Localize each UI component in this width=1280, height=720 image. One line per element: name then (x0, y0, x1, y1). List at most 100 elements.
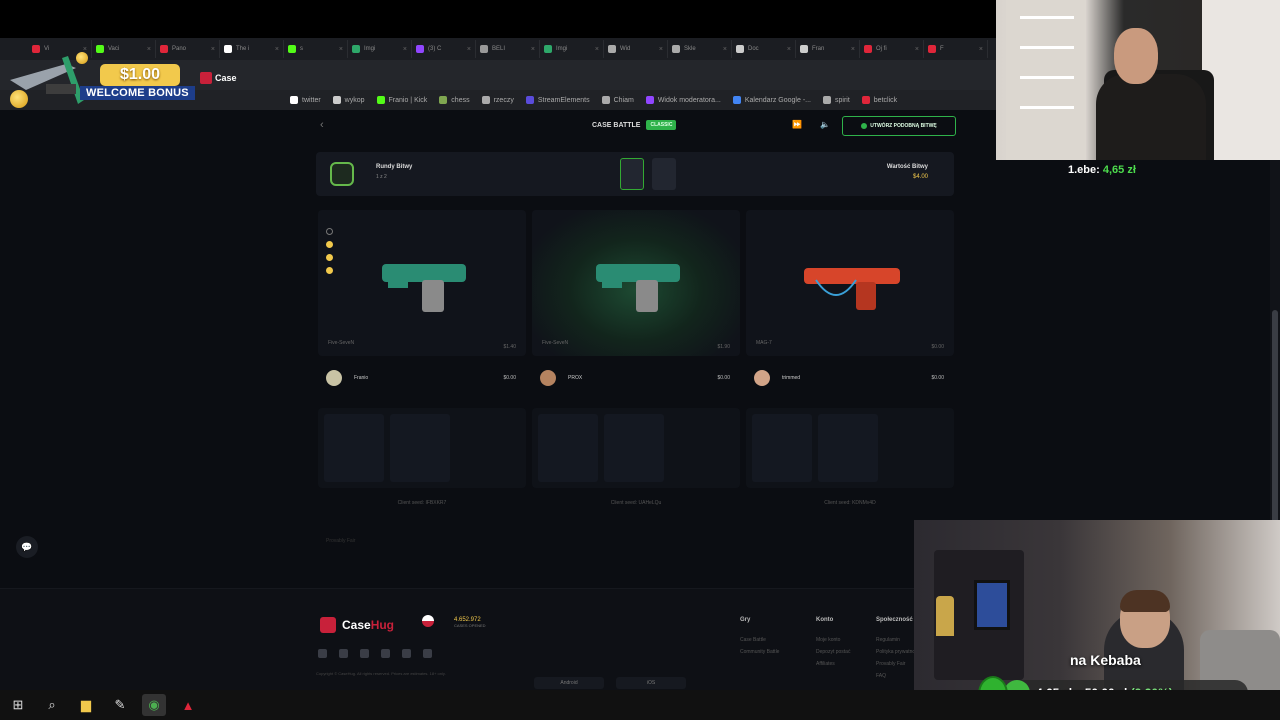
item-name: Five-SeveN (328, 340, 355, 346)
close-icon[interactable]: × (403, 46, 407, 53)
chat-icon[interactable]: 💬 (16, 536, 38, 558)
round-dot (326, 228, 333, 235)
file-explorer-icon[interactable]: ▆ (74, 694, 98, 716)
drop-cell (604, 414, 664, 482)
tab-favicon-icon (480, 45, 488, 53)
footer-col-title: Konto (816, 617, 834, 623)
browser-tab[interactable]: Skle × (668, 40, 732, 58)
bookmark-favicon-icon (439, 96, 448, 104)
close-icon[interactable]: × (275, 46, 279, 53)
footer-link[interactable]: Affiliates (816, 661, 835, 667)
tab-favicon-icon (288, 45, 296, 53)
browser-tab[interactable]: (3) C × (412, 40, 476, 58)
bookmark-label: twitter (302, 96, 321, 104)
close-icon[interactable]: × (915, 46, 919, 53)
browser-tab[interactable]: Doc × (732, 40, 796, 58)
footer-logo[interactable]: Case Hug (320, 617, 394, 633)
bonus-label: WELCOME BONUS (80, 86, 195, 100)
bookmark-item[interactable]: Widok moderatora... (645, 96, 721, 104)
search-icon[interactable]: ⌕ (40, 694, 64, 716)
create-similar-battle-button[interactable]: UTWÓRZ PODOBNĄ BITWĘ (842, 116, 956, 136)
facebook-icon[interactable] (318, 649, 327, 658)
bookmark-item[interactable]: Kalendarz Google -... (732, 96, 811, 104)
browser-tab[interactable]: Imgi × (540, 40, 604, 58)
footer-link[interactable]: Provably Fair (876, 661, 905, 667)
tab-label: Oj fi (876, 46, 887, 52)
close-icon[interactable]: × (979, 46, 983, 53)
case-thumbnail[interactable] (620, 158, 644, 190)
case-thumbnail[interactable] (652, 158, 676, 190)
pistol-icon (596, 264, 680, 312)
footer-link[interactable]: FAQ (876, 673, 886, 679)
fast-forward-icon[interactable]: ⏩ (792, 120, 802, 129)
language-flag-icon[interactable] (422, 615, 434, 627)
bookmark-label: Chiam (613, 96, 634, 104)
close-icon[interactable]: × (723, 46, 727, 53)
browser-tab[interactable]: Imgi × (348, 40, 412, 58)
windows-icon[interactable]: ⊞ (6, 694, 30, 716)
back-button[interactable]: ‹ (320, 119, 324, 131)
item-name: Five-SeveN (542, 340, 569, 346)
browser-tab[interactable]: s × (284, 40, 348, 58)
app-red-icon[interactable]: ▲ (176, 694, 200, 716)
close-icon[interactable]: × (595, 46, 599, 53)
app-icon[interactable]: ✎ (108, 694, 132, 716)
bookmark-item[interactable]: betclick (861, 96, 897, 104)
drop-cell (324, 414, 384, 482)
steam-icon[interactable] (423, 649, 432, 658)
bookmark-item[interactable]: StreamElements (525, 96, 590, 104)
client-seed: Client seed: IFBXKR7 (397, 500, 447, 506)
battle-title: CASE BATTLE CLASSIC (592, 120, 677, 130)
close-icon[interactable]: × (851, 46, 855, 53)
bookmark-item[interactable]: twitter (290, 96, 321, 104)
bookmark-item[interactable]: rzeczy (481, 96, 514, 104)
bookmark-favicon-icon (823, 96, 831, 104)
avatar (540, 370, 556, 386)
bookmark-item[interactable]: Chiam (601, 96, 634, 104)
footer-link[interactable]: Depozyt postać (816, 649, 850, 655)
bookmark-item[interactable]: chess (439, 96, 470, 104)
provably-fair-link[interactable]: Provably Fair (326, 538, 355, 544)
bookmark-item[interactable]: Franio | Kick (376, 96, 427, 104)
rounds-icon (330, 162, 354, 186)
coin-icon (76, 52, 88, 64)
instagram-icon[interactable] (339, 649, 348, 658)
player-row[interactable]: Franio $0.00 (318, 366, 526, 390)
close-icon[interactable]: × (659, 46, 663, 53)
tab-label: F (940, 46, 944, 52)
player-row[interactable]: PROX $0.00 (532, 366, 740, 390)
close-icon[interactable]: × (787, 46, 791, 53)
android-app-button[interactable]: Android (534, 677, 604, 689)
bookmark-favicon-icon (861, 96, 870, 104)
footer-link[interactable]: Regulamin (876, 637, 900, 643)
footer-link[interactable]: Case Battle (740, 637, 766, 643)
speaker-icon[interactable]: 🔈 (820, 120, 830, 129)
person-hair (1120, 590, 1170, 612)
player-row[interactable]: trimmed $0.00 (746, 366, 954, 390)
battle-value-amount: $4.00 (912, 174, 928, 180)
x-icon[interactable] (360, 649, 369, 658)
browser-tab[interactable]: BELI × (476, 40, 540, 58)
bookmark-item[interactable]: wykop (332, 96, 365, 104)
browser-tab[interactable]: Oj fi × (860, 40, 924, 58)
browser-tab[interactable]: Fran × (796, 40, 860, 58)
footer-link[interactable]: Community Battle (740, 649, 779, 655)
tab-favicon-icon (672, 45, 680, 53)
footer-link[interactable]: Moje konto (816, 637, 840, 643)
close-icon[interactable]: × (339, 46, 343, 53)
battle-slot: Five-SeveN $1.40 (318, 210, 526, 356)
bookmark-favicon-icon (376, 96, 385, 104)
browser-tab[interactable]: Wid × (604, 40, 668, 58)
chrome-icon[interactable]: ◉ (142, 694, 166, 716)
close-icon[interactable]: × (531, 46, 535, 53)
battle-title-text: CASE BATTLE (592, 121, 641, 129)
bookmark-item[interactable]: spirit (823, 96, 850, 104)
bookmark-label: Widok moderatora... (657, 96, 721, 104)
ios-app-button[interactable]: iOS (616, 677, 686, 689)
discord-icon[interactable] (381, 649, 390, 658)
telegram-icon[interactable] (402, 649, 411, 658)
browser-tab[interactable]: F × (924, 40, 988, 58)
door-slat (1020, 16, 1074, 19)
tab-label: Imgi (364, 46, 376, 52)
close-icon[interactable]: × (467, 46, 471, 53)
